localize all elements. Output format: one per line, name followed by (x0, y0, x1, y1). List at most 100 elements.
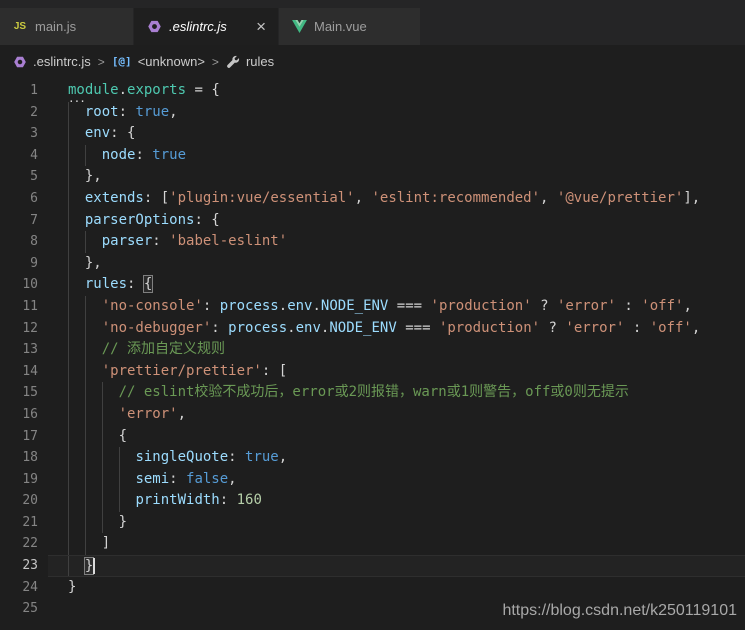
indent-guide (68, 426, 69, 448)
code-line[interactable]: 12 'no-debugger': process.env.NODE_ENV =… (0, 318, 745, 340)
indent-guide (85, 447, 86, 469)
indent-guide (68, 102, 69, 124)
code-line[interactable]: 10 rules: { (0, 274, 745, 296)
code-token: rules (85, 276, 127, 292)
code-token (68, 514, 119, 530)
code-token: parser (102, 233, 153, 249)
code-token: 'error' (557, 298, 616, 314)
code-text: module.exports = { (48, 80, 745, 102)
code-token: // 添加自定义规则 (102, 341, 225, 357)
code-token: . (119, 82, 127, 98)
code-line[interactable]: 19 semi: false, (0, 469, 745, 491)
code-token: module (68, 82, 119, 98)
code-line[interactable]: 8 parser: 'babel-eslint' (0, 231, 745, 253)
code-token: 'no-debugger' (102, 320, 212, 336)
code-line[interactable]: 9 }, (0, 253, 745, 275)
code-token: , (692, 320, 700, 336)
code-line[interactable]: 13 // 添加自定义规则 (0, 339, 745, 361)
indent-guide (68, 533, 69, 555)
tab-main-js[interactable]: JS main.js (0, 8, 133, 45)
indent-guide (68, 404, 69, 426)
code-line[interactable]: 23 } (0, 555, 745, 577)
code-line[interactable]: 11 'no-console': process.env.NODE_ENV ==… (0, 296, 745, 318)
code-token: ], (683, 190, 700, 206)
indent-guide (68, 145, 69, 167)
code-line[interactable]: 21 } (0, 512, 745, 534)
code-line[interactable]: 15 // eslint校验不成功后，error或2则报错，warn或1则警告，… (0, 382, 745, 404)
code-token: process (220, 298, 279, 314)
code-line[interactable]: 24} (0, 577, 745, 599)
code-token: === (388, 298, 430, 314)
code-line[interactable]: 7 parserOptions: { (0, 210, 745, 232)
code-line[interactable]: 14 'prettier/prettier': [ (0, 361, 745, 383)
code-area[interactable]: 1module.exports = {2 root: true,3 env: {… (0, 78, 745, 620)
code-token (68, 428, 119, 444)
tab-main-vue[interactable]: Main.vue (279, 8, 420, 45)
code-text: }, (48, 253, 745, 275)
indent-guide (85, 339, 86, 361)
code-token: 'error' (565, 320, 624, 336)
indent-guide (68, 447, 69, 469)
breadcrumb-file[interactable]: .eslintrc.js (13, 54, 91, 69)
code-token: singleQuote (135, 449, 228, 465)
line-number: 11 (0, 296, 38, 318)
breadcrumb-file-label: .eslintrc.js (33, 54, 91, 69)
symbol-module-icon: [@] (112, 55, 132, 68)
code-token (68, 104, 85, 120)
code-text: 'no-console': process.env.NODE_ENV === '… (48, 296, 745, 318)
code-line[interactable]: 17 { (0, 426, 745, 448)
line-number: 3 (0, 123, 38, 145)
tab-label: main.js (35, 19, 76, 34)
code-token: , (228, 471, 236, 487)
breadcrumb-leaf[interactable]: rules (226, 54, 274, 69)
code-token: : (152, 233, 169, 249)
code-text: root: true, (48, 102, 745, 124)
indent-guide (68, 490, 69, 512)
vue-icon (291, 19, 307, 35)
text-cursor (93, 558, 95, 574)
code-token: }, (85, 168, 102, 184)
code-token: NODE_ENV (329, 320, 396, 336)
breadcrumb: .eslintrc.js > [@] <unknown> > rules (0, 45, 745, 78)
code-text: } (48, 555, 745, 577)
indent-guide (102, 404, 103, 426)
indent-guide (102, 490, 103, 512)
js-icon: JS (12, 19, 28, 35)
code-token: = (186, 82, 211, 98)
code-token: parserOptions (85, 212, 195, 228)
code-token: : (228, 449, 245, 465)
code-token: process (228, 320, 287, 336)
code-token: : (144, 190, 161, 206)
code-token: : (110, 125, 127, 141)
code-line[interactable]: 6 extends: ['plugin:vue/essential', 'esl… (0, 188, 745, 210)
code-token: semi (135, 471, 169, 487)
indent-guide (68, 556, 69, 576)
code-line[interactable]: 20 printWidth: 160 (0, 490, 745, 512)
code-line[interactable]: 5 }, (0, 166, 745, 188)
close-icon[interactable]: × (248, 18, 266, 35)
code-line[interactable]: 4 node: true (0, 145, 745, 167)
line-number: 7 (0, 210, 38, 232)
code-token: : (624, 320, 649, 336)
indent-guide (68, 296, 69, 318)
code-token: 'production' (431, 298, 532, 314)
code-token: ? (540, 320, 565, 336)
code-token: 'plugin:vue/essential' (169, 190, 354, 206)
breadcrumb-symbol[interactable]: [@] <unknown> (112, 54, 205, 69)
code-token: . (287, 320, 295, 336)
code-token: 'off' (641, 298, 683, 314)
eslint-icon (146, 19, 162, 35)
code-line[interactable]: 18 singleQuote: true, (0, 447, 745, 469)
tab-label: Main.vue (314, 19, 367, 34)
code-line[interactable]: 16 'error', (0, 404, 745, 426)
code-token: env (287, 298, 312, 314)
indent-guide (68, 339, 69, 361)
code-line[interactable]: 3 env: { (0, 123, 745, 145)
indent-guide (85, 404, 86, 426)
indent-guide (85, 296, 86, 318)
code-line[interactable]: 2 root: true, (0, 102, 745, 124)
tab-eslintrc-js[interactable]: .eslintrc.js × (134, 8, 278, 45)
indent-guide (68, 361, 69, 383)
code-line[interactable]: 1module.exports = { (0, 80, 745, 102)
code-line[interactable]: 22 ] (0, 533, 745, 555)
